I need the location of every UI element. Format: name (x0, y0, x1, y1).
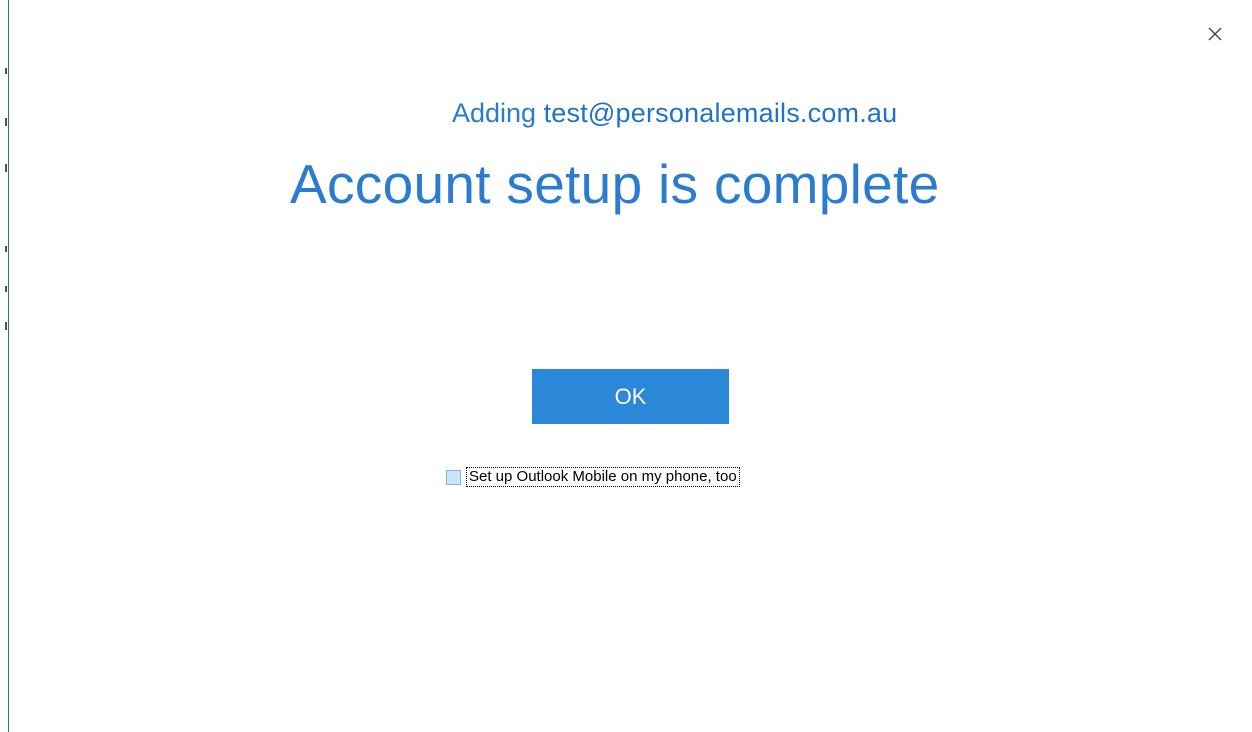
ok-button[interactable]: OK (532, 369, 729, 424)
outlook-mobile-checkbox-label[interactable]: Set up Outlook Mobile on my phone, too (466, 467, 740, 487)
outlook-mobile-checkbox[interactable] (446, 469, 461, 485)
adding-account-text: Adding test@personalemails.com.au (452, 98, 992, 138)
page-title: Account setup is complete (290, 153, 940, 215)
window-border (8, 0, 9, 732)
background-window-edge (0, 0, 8, 732)
close-button[interactable] (1199, 18, 1231, 50)
outlook-mobile-option[interactable]: Set up Outlook Mobile on my phone, too (446, 466, 740, 488)
close-icon (1208, 27, 1222, 41)
account-email: test@personalemails.com.au (543, 98, 898, 128)
adding-prefix: Adding (452, 98, 537, 128)
account-setup-dialog: Adding test@personalemails.com.au Accoun… (0, 0, 1252, 732)
